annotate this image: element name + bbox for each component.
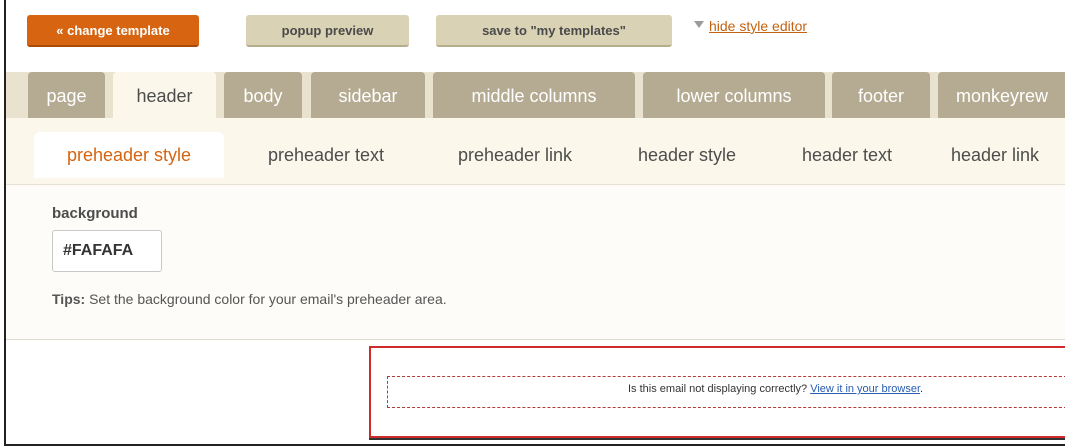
tab-body[interactable]: body xyxy=(224,72,302,118)
subtab-header-text[interactable]: header text xyxy=(778,132,916,178)
hide-style-editor-label: hide style editor xyxy=(709,18,808,34)
triangle-down-icon xyxy=(694,21,704,28)
save-to-my-templates-button[interactable]: save to "my templates" xyxy=(436,15,672,47)
style-editor-panel: background Tips: Set the background colo… xyxy=(6,184,1065,340)
popup-preview-button[interactable]: popup preview xyxy=(246,15,409,47)
tab-header[interactable]: header xyxy=(113,72,216,118)
view-in-browser-link[interactable]: View it in your browser xyxy=(810,383,920,395)
subtab-preheader-link[interactable]: preheader link xyxy=(431,132,599,178)
background-field-label: background xyxy=(52,205,138,222)
tab-footer[interactable]: footer xyxy=(832,72,930,118)
sub-tabs: preheader style preheader text preheader… xyxy=(6,118,1065,184)
preheader-message: Is this email not displaying correctly? … xyxy=(628,383,923,395)
preheader-area: Is this email not displaying correctly? … xyxy=(387,376,1065,408)
tab-lower-columns[interactable]: lower columns xyxy=(643,72,825,118)
main-tabs: page header body sidebar middle columns … xyxy=(6,62,1065,118)
background-color-input[interactable] xyxy=(52,230,162,272)
email-preview: Is this email not displaying correctly? … xyxy=(6,340,1065,444)
tips-text: Tips: Set the background color for your … xyxy=(52,291,447,307)
subtab-header-style[interactable]: header style xyxy=(614,132,760,178)
tips-label: Tips: xyxy=(52,291,86,307)
toolbar: « change template popup preview save to … xyxy=(6,0,1065,62)
tab-page[interactable]: page xyxy=(28,72,105,118)
tips-body: Set the background color for your email'… xyxy=(85,291,447,307)
tab-sidebar[interactable]: sidebar xyxy=(311,72,425,118)
subtab-preheader-text[interactable]: preheader text xyxy=(241,132,411,178)
tab-middle-columns[interactable]: middle columns xyxy=(433,72,635,118)
tab-monkeyrewards[interactable]: monkeyrew xyxy=(938,72,1065,118)
subtab-preheader-style[interactable]: preheader style xyxy=(34,132,224,178)
hide-style-editor-link[interactable]: hide style editor xyxy=(694,18,807,34)
change-template-button[interactable]: « change template xyxy=(27,15,199,47)
preheader-message-end: . xyxy=(920,383,924,395)
preheader-preview-box[interactable]: Is this email not displaying correctly? … xyxy=(369,346,1065,438)
preview-divider xyxy=(369,438,1065,440)
subtab-header-link[interactable]: header link xyxy=(928,132,1062,178)
preheader-message-text: Is this email not displaying correctly? xyxy=(628,383,811,395)
style-editor-window: « change template popup preview save to … xyxy=(4,0,1065,446)
